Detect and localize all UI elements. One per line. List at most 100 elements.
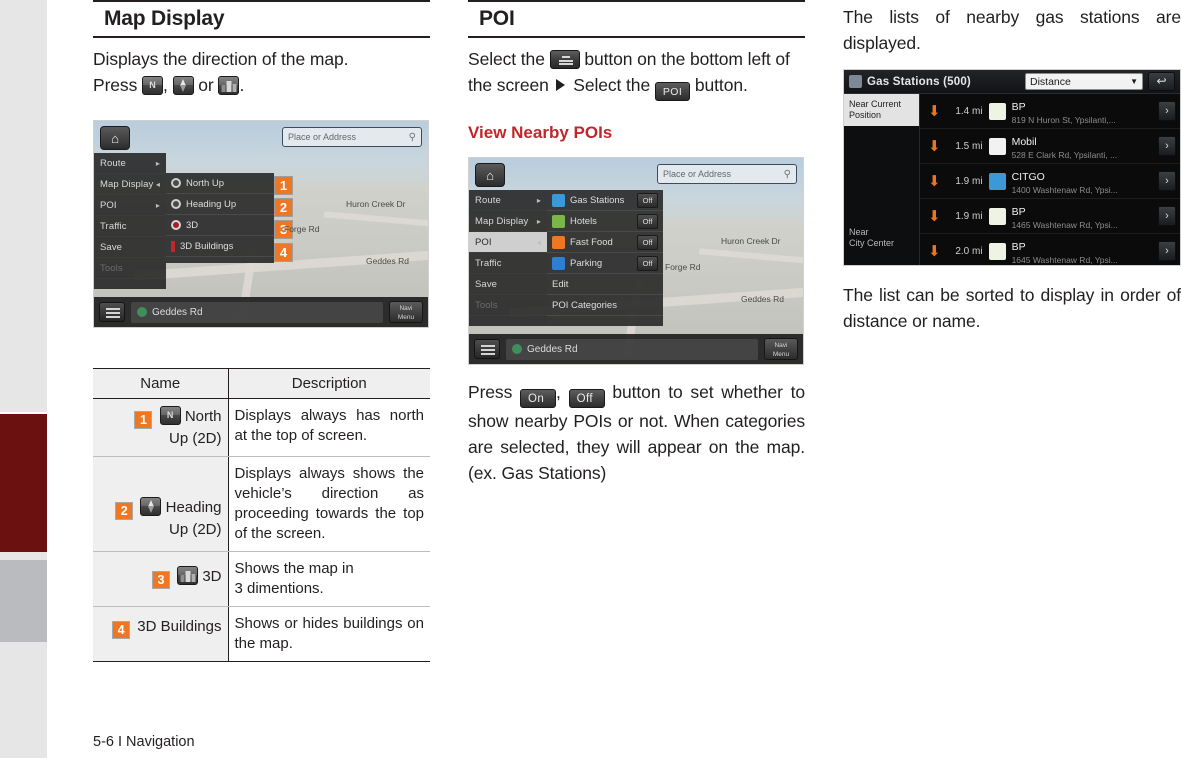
num-badge-4: 4 [112,621,131,639]
gas-list-item[interactable]: ⬇ 1.9 mi CITGO 1400 Washtenaw Rd, Ypsi..… [920,164,1180,199]
chevron-right-icon[interactable]: › [1158,101,1176,121]
on-button[interactable]: On [520,389,557,408]
column-gas-stations: The lists of nearby gas stations are dis… [843,0,1181,334]
gas-list-item[interactable]: ⬇ 2.0 mi BP 1645 Washtenaw Rd, Ypsi... › [920,234,1180,265]
buildings-3d-icon[interactable] [218,76,240,95]
poi-button[interactable]: POI [654,82,691,101]
brand-logo-icon [988,102,1006,120]
chevron-right-icon[interactable]: › [1158,241,1176,261]
arrow-right-icon [556,79,566,91]
menu-button-icon[interactable] [549,50,580,69]
poi-category-edit[interactable]: Edit [547,274,663,295]
navi-menu-button[interactable]: Navi Menu [764,338,798,360]
needle-down [180,85,187,92]
menu-item-save[interactable]: Save [469,274,547,295]
menu-item-tools[interactable]: Tools [94,258,166,279]
poi-categories-entry[interactable]: POI Categories [547,295,663,316]
table-row: 2 Heading Up (2D) Displays always shows … [93,456,430,552]
press-or-word: or [198,75,214,95]
back-arrow-icon[interactable]: ↩ [1148,72,1175,91]
menu-item-map-display[interactable]: Map Display ▸ [469,211,547,232]
gas-station-icon [552,193,565,207]
num-badge-2: 2 [115,502,134,520]
poi-line-a: Select the button on the bottom left of [468,46,805,72]
chevron-left-icon: ◂ [155,179,160,189]
compass-heading-icon[interactable] [172,76,194,95]
menu-item-traffic[interactable]: Traffic [94,216,166,237]
gas-address: 819 N Huron St, Ypsilanti,... [1011,115,1116,125]
gas-name: BP [1011,241,1026,253]
select-the-word-2: Select the [573,75,651,95]
button-word: button. [694,75,748,95]
poi-category-parking[interactable]: Parking Off [547,253,663,274]
toggle-off-button[interactable]: Off [637,213,658,229]
submenu-label: North Up [186,177,225,189]
edge-tab-gray[interactable] [0,560,47,642]
submenu-item-heading-up[interactable]: Heading Up [166,194,274,215]
menu-button-icon[interactable] [99,302,125,322]
submenu-label: Heading Up [186,198,237,210]
edge-tab-active-chapter[interactable] [0,414,47,552]
search-input[interactable]: Place or Address ⚲ [282,127,422,147]
row-name-cell: 3 3D [93,551,229,607]
off-button[interactable]: Off [568,389,605,408]
row-name-line2: Up (2D) [168,521,222,538]
gas-info: Mobil 528 E Clark Rd, Ypsilanti, ... [1012,132,1152,160]
submenu-label: 3D Buildings [180,240,234,252]
gas-list-item[interactable]: ⬇ 1.5 mi Mobil 528 E Clark Rd, Ypsilanti… [920,129,1180,164]
toggle-off-button[interactable]: Off [637,192,658,208]
row-name-cell: 2 Heading Up (2D) [93,456,229,552]
home-icon[interactable]: ⌂ [100,126,130,150]
submenu-item-north-up[interactable]: North Up [166,173,274,194]
radio-off-icon [171,199,181,209]
gas-distance: 2.0 mi [955,245,983,257]
menu-label: Map Display [100,178,154,190]
edge-tab-lower-light[interactable] [0,642,47,758]
column-map-display: Map Display Displays the direction of th… [93,0,430,662]
manual-page: Map Display Displays the direction of th… [0,0,1181,758]
north-letter: N [149,80,156,90]
row-name-line1: Heading [165,499,222,516]
side-tab-near-city-center[interactable]: Near City Center [844,222,919,254]
menu-item-map-display[interactable]: Map Display ◂ [94,174,166,195]
search-icon[interactable]: ⚲ [784,169,791,180]
navi-menu-button[interactable]: Navi Menu [389,301,423,323]
edge-tab-upper-light[interactable] [0,0,47,412]
map-label-forge-rd: Forge Rd [665,262,701,272]
poi-category-hotels[interactable]: Hotels Off [547,211,663,232]
search-icon[interactable]: ⚲ [409,132,416,143]
menu-item-route[interactable]: Route ▸ [94,153,166,174]
menu-label: Save [475,278,498,290]
side-tab-middle[interactable] [844,126,919,222]
poi-category-gas-stations[interactable]: Gas Stations Off [547,190,663,211]
menu-item-route[interactable]: Route ▸ [469,190,547,211]
side-tab-near-current-position[interactable]: Near Current Position [844,94,919,126]
menu-item-traffic[interactable]: Traffic [469,253,547,274]
press-word: Press [468,382,513,402]
poi-category-fast-food[interactable]: Fast Food Off [547,232,663,253]
poi-category-list: Gas Stations Off Hotels Off Fast Food Of… [547,190,663,326]
menu-item-tools[interactable]: Tools [469,295,547,316]
section-heading-poi: POI [468,0,805,38]
menu-label: POI [100,199,117,211]
submenu-item-3d[interactable]: 3D [166,215,274,236]
search-input[interactable]: Place or Address ⚲ [657,164,797,184]
map-main-menu: Route ▸ Map Display ◂ POI ▸ Traffic Save To… [94,153,166,289]
gas-list-item[interactable]: ⬇ 1.4 mi BP 819 N Huron St, Ypsilanti,..… [920,94,1180,129]
toggle-off-button[interactable]: Off [637,234,658,250]
submenu-item-3d-buildings[interactable]: 3D Buildings [166,236,274,257]
table-row: 4 3D Buildings Shows or hides buildings … [93,606,430,662]
menu-item-poi[interactable]: POI ◂ [469,232,547,253]
chevron-right-icon[interactable]: › [1158,171,1176,191]
compass-north-icon[interactable]: N [142,76,163,95]
category-label: Gas Stations [570,194,625,206]
chevron-right-icon[interactable]: › [1158,136,1176,156]
sort-dropdown[interactable]: Distance ▼ [1025,73,1143,90]
menu-item-poi[interactable]: POI ▸ [94,195,166,216]
home-icon[interactable]: ⌂ [475,163,505,187]
toggle-off-button[interactable]: Off [637,255,658,271]
menu-item-save[interactable]: Save [94,237,166,258]
gas-list-item[interactable]: ⬇ 1.9 mi BP 1465 Washtenaw Rd, Ypsi... › [920,199,1180,234]
chevron-right-icon[interactable]: › [1158,206,1176,226]
menu-button-icon[interactable] [474,339,500,359]
